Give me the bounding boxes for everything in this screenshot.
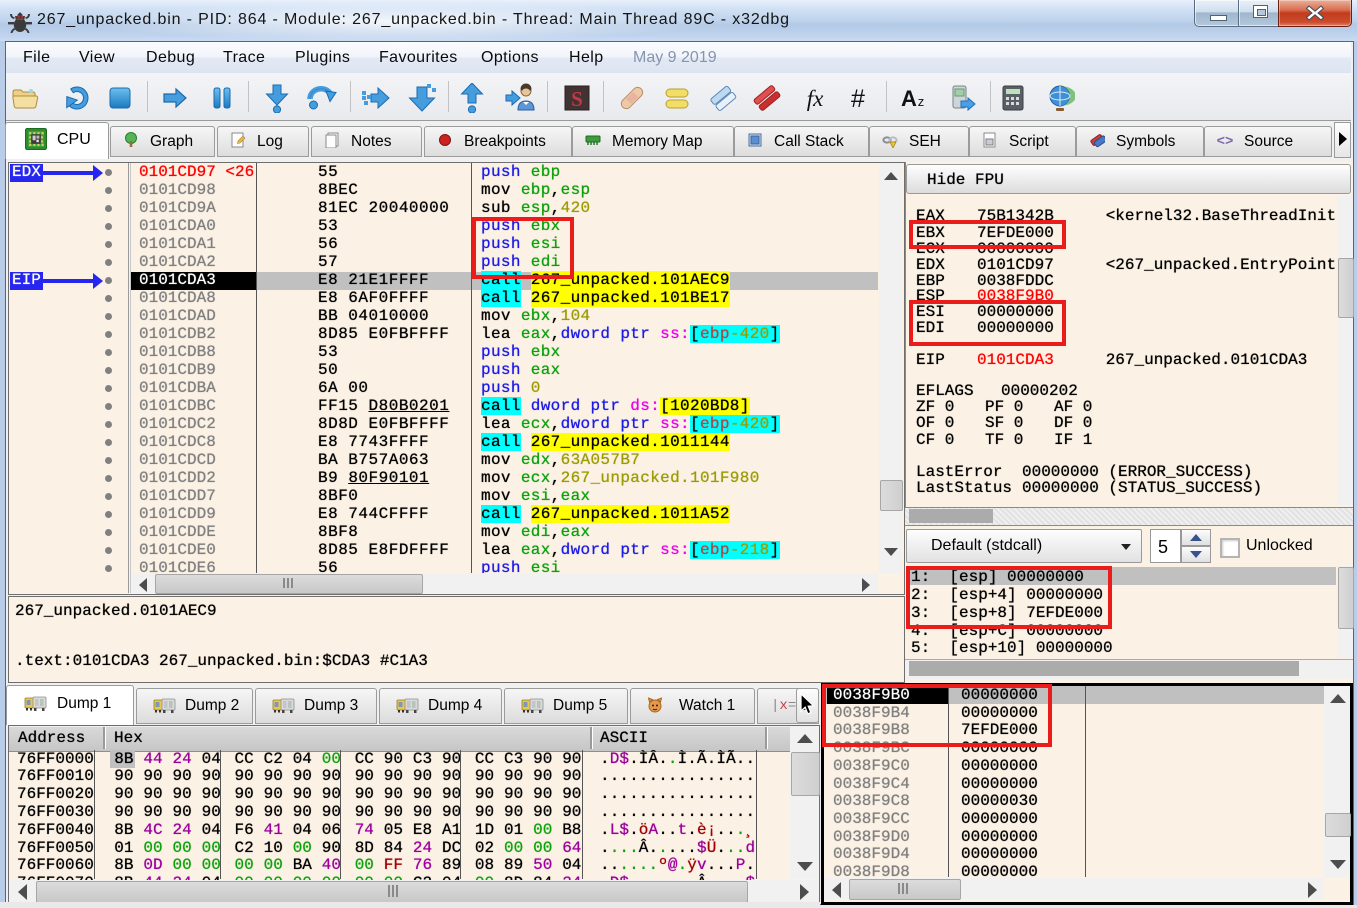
svg-text:<>: <> <box>1217 134 1233 148</box>
svg-text:fx: fx <box>807 86 824 111</box>
svg-text:32: 32 <box>16 15 24 22</box>
svg-text:S: S <box>571 87 583 111</box>
svg-text:A: A <box>901 86 917 111</box>
svg-text:z: z <box>918 94 925 109</box>
svg-text:#: # <box>851 85 865 113</box>
